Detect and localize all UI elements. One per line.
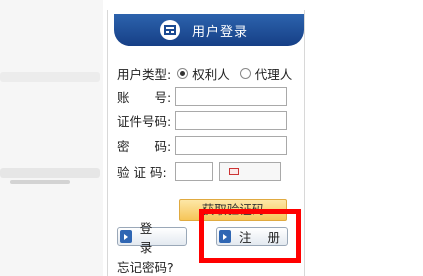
captcha-row: 验 证 码: bbox=[117, 162, 281, 181]
radio-agent-label[interactable]: 代理人 bbox=[255, 64, 293, 83]
user-type-label: 用户类型: bbox=[117, 67, 172, 82]
arrow-right-icon bbox=[120, 230, 132, 243]
login-button[interactable]: 登 录 bbox=[117, 221, 187, 255]
login-badge-icon bbox=[160, 20, 180, 40]
captcha-input[interactable] bbox=[175, 162, 213, 181]
radio-rights-holder[interactable] bbox=[177, 68, 189, 79]
id-number-input[interactable] bbox=[175, 111, 287, 130]
account-label: 账 号: bbox=[117, 90, 172, 105]
radio-rights-holder-label[interactable]: 权利人 bbox=[192, 64, 230, 83]
radio-agent[interactable] bbox=[239, 68, 251, 79]
blurred-content bbox=[10, 180, 70, 184]
blurred-content bbox=[0, 72, 100, 82]
blurred-content bbox=[0, 168, 100, 178]
password-label: 密 码: bbox=[117, 139, 172, 154]
account-input[interactable] bbox=[175, 87, 287, 106]
id-number-label: 证件号码: bbox=[117, 114, 172, 129]
login-title: 用户登录 bbox=[192, 24, 249, 40]
broken-image-icon bbox=[229, 168, 239, 175]
password-row: 密 码: bbox=[117, 136, 287, 155]
login-button-label: 登 录 bbox=[139, 220, 159, 255]
id-number-row: 证件号码: bbox=[117, 111, 287, 130]
forgot-password-link[interactable]: 忘记密码? bbox=[117, 257, 174, 276]
highlight-box bbox=[199, 209, 301, 263]
password-input[interactable] bbox=[175, 136, 287, 155]
account-row: 账 号: bbox=[117, 87, 287, 106]
login-header: 用户登录 bbox=[114, 14, 304, 46]
captcha-image[interactable] bbox=[219, 162, 281, 181]
user-type-row: 用户类型: 权利人 代理人 bbox=[117, 64, 300, 83]
captcha-label: 验 证 码: bbox=[117, 165, 167, 180]
left-content-area bbox=[0, 0, 103, 276]
